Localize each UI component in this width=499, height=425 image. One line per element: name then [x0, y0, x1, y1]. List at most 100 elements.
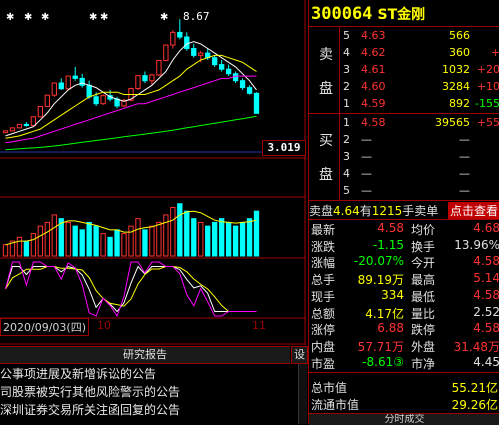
bid-row[interactable]: 2 — —: [309, 131, 499, 149]
ask-row[interactable]: 5 4.63 566: [309, 27, 499, 45]
candle[interactable]: [239, 80, 246, 89]
event-star-icon[interactable]: ✱: [6, 12, 14, 23]
candle[interactable]: [44, 94, 50, 107]
bid-row[interactable]: 5 — —: [309, 182, 499, 200]
candle[interactable]: [232, 73, 239, 82]
candle[interactable]: [218, 64, 225, 70]
stock-code: 300064: [311, 4, 373, 24]
candle[interactable]: [225, 68, 232, 75]
candle[interactable]: [212, 57, 218, 66]
volume-bar: [163, 214, 169, 257]
candle[interactable]: [58, 82, 64, 90]
stat-v2: 4.58: [473, 321, 499, 336]
news-item[interactable]: 司股票被实行其他风险警示的公告: [0, 383, 296, 402]
candle[interactable]: [135, 75, 141, 90]
bid-level: 4: [343, 167, 350, 180]
event-star-icon[interactable]: ✱: [89, 12, 97, 23]
candle[interactable]: [191, 48, 197, 56]
event-star-icon[interactable]: ✱: [41, 12, 49, 23]
bid-row[interactable]: 4 — —: [309, 165, 499, 183]
pending-sell-bar: 卖盘4.64有1215手卖单 点击查看: [309, 202, 499, 219]
candle[interactable]: [246, 87, 253, 94]
float-mv-label: 流通市值: [311, 398, 360, 412]
candle[interactable]: [93, 96, 99, 105]
stat-l2: 换手: [411, 239, 436, 254]
stat-l1: 涨幅: [311, 256, 336, 271]
volume-bar: [79, 229, 85, 257]
candle[interactable]: [30, 116, 37, 127]
ask-row[interactable]: 1 4.59 892 -155: [309, 95, 499, 113]
stat-l2: 今开: [411, 256, 436, 271]
volume-bar: [121, 233, 127, 257]
event-star-icon[interactable]: ✱: [100, 12, 108, 23]
candle[interactable]: [100, 95, 106, 105]
kline-chart[interactable]: ✱ ✱ ✱ ✱ ✱ ✱: [0, 0, 306, 345]
news-item[interactable]: 公事项进展及新增诉讼的公告: [0, 365, 296, 384]
candle[interactable]: [253, 92, 260, 114]
candle[interactable]: [86, 84, 92, 98]
stock-title: 300064 ST金刚: [311, 4, 425, 26]
ask-vol: 1032: [442, 63, 470, 76]
candle[interactable]: [51, 82, 57, 96]
tab-tick-trades[interactable]: 分时成交: [309, 414, 499, 425]
stat-v2: 4.45: [473, 354, 499, 369]
kline-chart-area[interactable]: ✱ ✱ ✱ ✱ ✱ ✱ 8.67 3.019 2020/09/03(四) 10 11: [0, 0, 306, 345]
stat-l2: 最低: [411, 289, 436, 304]
stat-v2: 31.48万: [453, 339, 499, 354]
candle[interactable]: [163, 44, 169, 61]
candle[interactable]: [184, 36, 190, 49]
stat-v1: 57.71万: [357, 339, 404, 354]
bid-price: —: [361, 184, 372, 197]
event-star-icon[interactable]: ✱: [160, 12, 168, 23]
candle[interactable]: [16, 123, 23, 129]
event-star-icon[interactable]: ✱: [24, 12, 32, 23]
volume-bar: [30, 233, 37, 257]
stat-v2: 4.68: [473, 221, 499, 235]
volume-bar: [218, 218, 225, 257]
news-scrollbar[interactable]: [298, 364, 307, 424]
candle[interactable]: [170, 31, 176, 46]
view-orders-button[interactable]: 点击查看: [447, 202, 499, 219]
candle[interactable]: [37, 105, 44, 118]
volume-bar: [65, 221, 71, 257]
float-mv-row: 流通市值 29.26亿: [309, 395, 499, 412]
bid-row[interactable]: 1 4.58 39565 +55: [309, 114, 499, 132]
volume-bar: [177, 203, 183, 257]
candle[interactable]: [114, 98, 120, 107]
ask-vol: 892: [449, 97, 470, 110]
candle[interactable]: [72, 75, 78, 79]
candle[interactable]: [156, 59, 162, 76]
volume-bar: [135, 218, 141, 257]
ask-price: 4.59: [361, 97, 386, 110]
bottom-tab-bar: 分时成交: [309, 413, 499, 425]
price-marker-value: 3.019: [267, 141, 301, 154]
volume-bar: [128, 225, 134, 257]
volume-bar: [184, 210, 190, 257]
ask-row[interactable]: 3 4.61 1032 +20: [309, 61, 499, 79]
candle[interactable]: [65, 75, 71, 90]
candle[interactable]: [79, 77, 85, 86]
stats-row: 最新 4.58 均价 4.68: [309, 220, 499, 237]
bid-row[interactable]: 3 — —: [309, 148, 499, 166]
price-marker-box: 3.019: [262, 140, 306, 156]
total-mv-label: 总市值: [311, 381, 348, 395]
ask-row[interactable]: 4 4.62 360 +: [309, 44, 499, 62]
stats-row: 市盈 -8.61③ 市净 4.45: [309, 354, 499, 371]
candle[interactable]: [142, 75, 148, 82]
candle[interactable]: [149, 74, 155, 82]
float-mv-value: 29.26亿: [451, 398, 498, 412]
news-item[interactable]: 深圳证券交易所关注函回复的公告: [0, 401, 296, 420]
candle[interactable]: [198, 52, 204, 56]
total-mv-row: 总市值 55.21亿: [309, 378, 499, 395]
news-header[interactable]: 研究报告: [0, 347, 290, 363]
volume-bar: [225, 221, 232, 257]
candle[interactable]: [23, 123, 30, 127]
candle[interactable]: [2, 130, 9, 134]
stat-l2: 均价: [411, 223, 436, 237]
candle[interactable]: [9, 127, 16, 132]
settings-button[interactable]: 设: [291, 346, 308, 364]
ask-row[interactable]: 2 4.60 3284 +10: [309, 78, 499, 96]
candle[interactable]: [177, 31, 183, 38]
stats-row: 内盘 57.71万 外盘 31.48万: [309, 337, 499, 354]
date-label: 2020/09/03(四): [0, 318, 89, 336]
